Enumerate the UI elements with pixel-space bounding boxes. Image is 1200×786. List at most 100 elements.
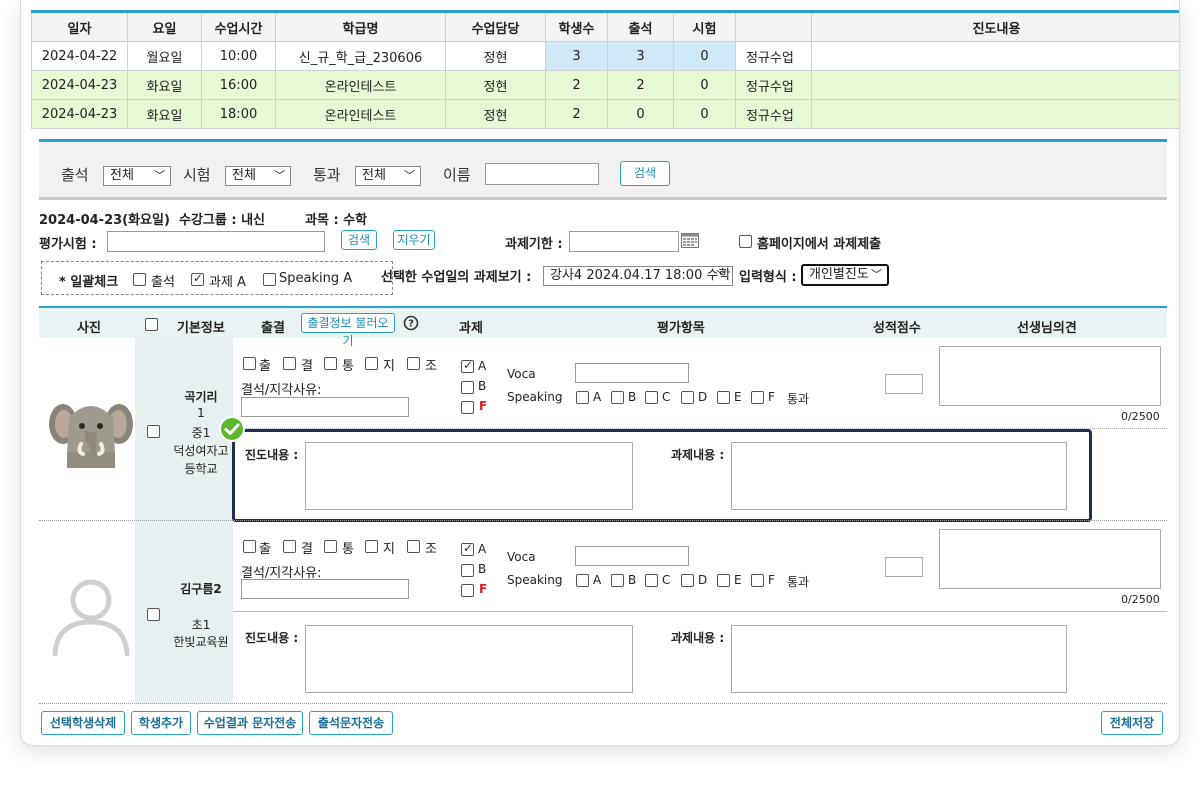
att-present-checkbox[interactable] bbox=[243, 540, 256, 553]
voca-input[interactable] bbox=[575, 363, 689, 383]
delete-selected-button[interactable]: 선택학생삭제 bbox=[41, 711, 125, 735]
save-all-button[interactable]: 전체저장 bbox=[1101, 711, 1163, 735]
att-absent-checkbox[interactable] bbox=[283, 357, 296, 370]
student-divider bbox=[39, 703, 1167, 704]
session-subject: 과목 : 수학 bbox=[305, 213, 368, 228]
hw-b-checkbox[interactable] bbox=[461, 564, 474, 577]
table-row[interactable]: 2024-04-22 월요일 10:00 신_규_학_급_230606 정현 3… bbox=[31, 41, 1179, 71]
default-person-avatar bbox=[49, 576, 133, 657]
filter-exam-select[interactable]: 전체 ﹀ bbox=[225, 166, 291, 186]
absence-reason-input[interactable] bbox=[241, 579, 409, 599]
header-basic-info: 기본정보 bbox=[177, 321, 225, 336]
speaking-a-checkbox[interactable] bbox=[576, 391, 589, 404]
hw-f-checkbox[interactable] bbox=[461, 401, 474, 414]
score-input[interactable] bbox=[885, 557, 923, 577]
att-early-checkbox[interactable] bbox=[407, 357, 420, 370]
student-name[interactable]: 김구름2 bbox=[171, 580, 231, 597]
student-name[interactable]: 곡기리 bbox=[171, 388, 231, 405]
filter-attendance-select[interactable]: 전체 ﹀ bbox=[103, 166, 171, 186]
eval-clear-button[interactable]: 지우기 bbox=[393, 230, 435, 250]
col-date: 일자 bbox=[31, 10, 128, 42]
speaking-f-checkbox[interactable] bbox=[751, 391, 764, 404]
select-all-checkbox[interactable] bbox=[145, 318, 158, 331]
homework-content-label: 과제내용 : bbox=[671, 631, 725, 645]
header-score: 성적점수 bbox=[873, 321, 921, 336]
bulk-homework-checkbox[interactable] bbox=[191, 271, 204, 286]
absence-reason-input[interactable] bbox=[241, 397, 409, 417]
chevron-down-icon: ﹀ bbox=[274, 169, 285, 182]
view-homework-select[interactable]: 강사4 2024.04.17 18:00 수학 ﹀ bbox=[543, 266, 733, 286]
progress-label: 진도내용 : bbox=[245, 631, 299, 645]
filter-pass-select[interactable]: 전체 ﹀ bbox=[355, 166, 421, 186]
att-late-checkbox[interactable] bbox=[365, 357, 378, 370]
table-row[interactable]: 2024-04-23 화요일 18:00 온라인테스트 정현 2 0 0 정규수… bbox=[31, 99, 1179, 129]
header-attendance: 출결 bbox=[261, 321, 285, 336]
student-school-cont: 등학교 bbox=[184, 462, 218, 476]
att-present-checkbox[interactable] bbox=[243, 357, 256, 370]
deadline-input[interactable] bbox=[569, 231, 679, 252]
speaking-d-checkbox[interactable] bbox=[681, 391, 694, 404]
chevron-down-icon: ﹀ bbox=[154, 169, 165, 182]
speaking-c-checkbox[interactable] bbox=[645, 574, 658, 587]
filter-name-input[interactable] bbox=[485, 163, 599, 185]
progress-label: 진도내용 : bbox=[245, 448, 299, 462]
homework-content-textarea[interactable] bbox=[731, 625, 1067, 693]
table-row[interactable]: 2024-04-23 화요일 16:00 온라인테스트 정현 2 2 0 정규수… bbox=[31, 70, 1179, 100]
teacher-comment-textarea[interactable] bbox=[939, 346, 1161, 406]
student-divider bbox=[39, 520, 1167, 521]
speaking-c-checkbox[interactable] bbox=[645, 391, 658, 404]
send-attendance-sms-button[interactable]: 출석문자전송 bbox=[309, 711, 393, 735]
att-late-checkbox[interactable] bbox=[365, 540, 378, 553]
col-attendance: 출석 bbox=[607, 10, 674, 42]
bulk-speaking-checkbox[interactable] bbox=[263, 273, 276, 286]
score-input[interactable] bbox=[885, 374, 923, 394]
add-student-button[interactable]: 학생추가 bbox=[131, 711, 191, 735]
hw-a-checkbox[interactable] bbox=[461, 358, 474, 373]
homepage-submit-label: 홈페이지에서 과제제출 bbox=[757, 237, 882, 252]
filter-name-label: 이름 bbox=[443, 166, 471, 184]
speaking-d-checkbox[interactable] bbox=[681, 574, 694, 587]
speaking-f-checkbox[interactable] bbox=[751, 574, 764, 587]
att-early-checkbox[interactable] bbox=[407, 540, 420, 553]
hw-b-checkbox[interactable] bbox=[461, 381, 474, 394]
col-progress: 진도내용 bbox=[811, 10, 1179, 42]
student-select-checkbox[interactable] bbox=[147, 608, 160, 621]
filter-exam-label: 시험 bbox=[183, 166, 211, 184]
teacher-comment-textarea[interactable] bbox=[939, 529, 1161, 589]
help-icon[interactable]: ? bbox=[403, 315, 419, 331]
bulk-attend-checkbox[interactable] bbox=[133, 273, 146, 286]
filter-search-button[interactable]: 검색 bbox=[620, 161, 670, 186]
speaking-b-checkbox[interactable] bbox=[611, 391, 624, 404]
progress-textarea[interactable] bbox=[305, 442, 633, 510]
hw-f-checkbox[interactable] bbox=[461, 584, 474, 597]
att-pass-checkbox[interactable] bbox=[324, 540, 337, 553]
att-absent-checkbox[interactable] bbox=[283, 540, 296, 553]
student-select-checkbox[interactable] bbox=[147, 425, 160, 438]
speaking-label: Speaking bbox=[507, 390, 563, 404]
speaking-e-checkbox[interactable] bbox=[717, 574, 730, 587]
voca-label: Voca bbox=[507, 367, 536, 381]
send-result-sms-button[interactable]: 수업결과 문자전송 bbox=[197, 711, 303, 735]
absence-reason-label: 결석/지각사유: bbox=[241, 383, 322, 398]
speaking-b-checkbox[interactable] bbox=[611, 574, 624, 587]
calendar-icon[interactable] bbox=[681, 232, 699, 248]
hw-a-checkbox[interactable] bbox=[461, 541, 474, 556]
progress-textarea[interactable] bbox=[305, 625, 633, 693]
homepage-submit-checkbox[interactable] bbox=[739, 235, 752, 248]
speaking-e-checkbox[interactable] bbox=[717, 391, 730, 404]
voca-input[interactable] bbox=[575, 546, 689, 566]
eval-exam-input[interactable] bbox=[107, 231, 325, 252]
bulk-homework-label: 과제 A bbox=[209, 275, 246, 290]
row-divider bbox=[233, 611, 1167, 612]
homework-content-label: 과제내용 : bbox=[671, 448, 725, 462]
load-attendance-button[interactable]: 출결정보 불러오기 bbox=[301, 313, 395, 348]
input-type-select[interactable]: 개인별진도 ﹀ bbox=[801, 264, 889, 286]
col-time: 수업시간 bbox=[201, 10, 276, 42]
speaking-a-checkbox[interactable] bbox=[576, 574, 589, 587]
eval-search-button[interactable]: 검색 bbox=[341, 230, 377, 250]
homework-content-textarea[interactable] bbox=[731, 442, 1067, 510]
att-pass-checkbox[interactable] bbox=[324, 357, 337, 370]
chevron-down-icon: ﹀ bbox=[716, 269, 727, 282]
col-exam: 시험 bbox=[673, 10, 736, 42]
char-count: 0/2500 bbox=[1121, 410, 1160, 423]
